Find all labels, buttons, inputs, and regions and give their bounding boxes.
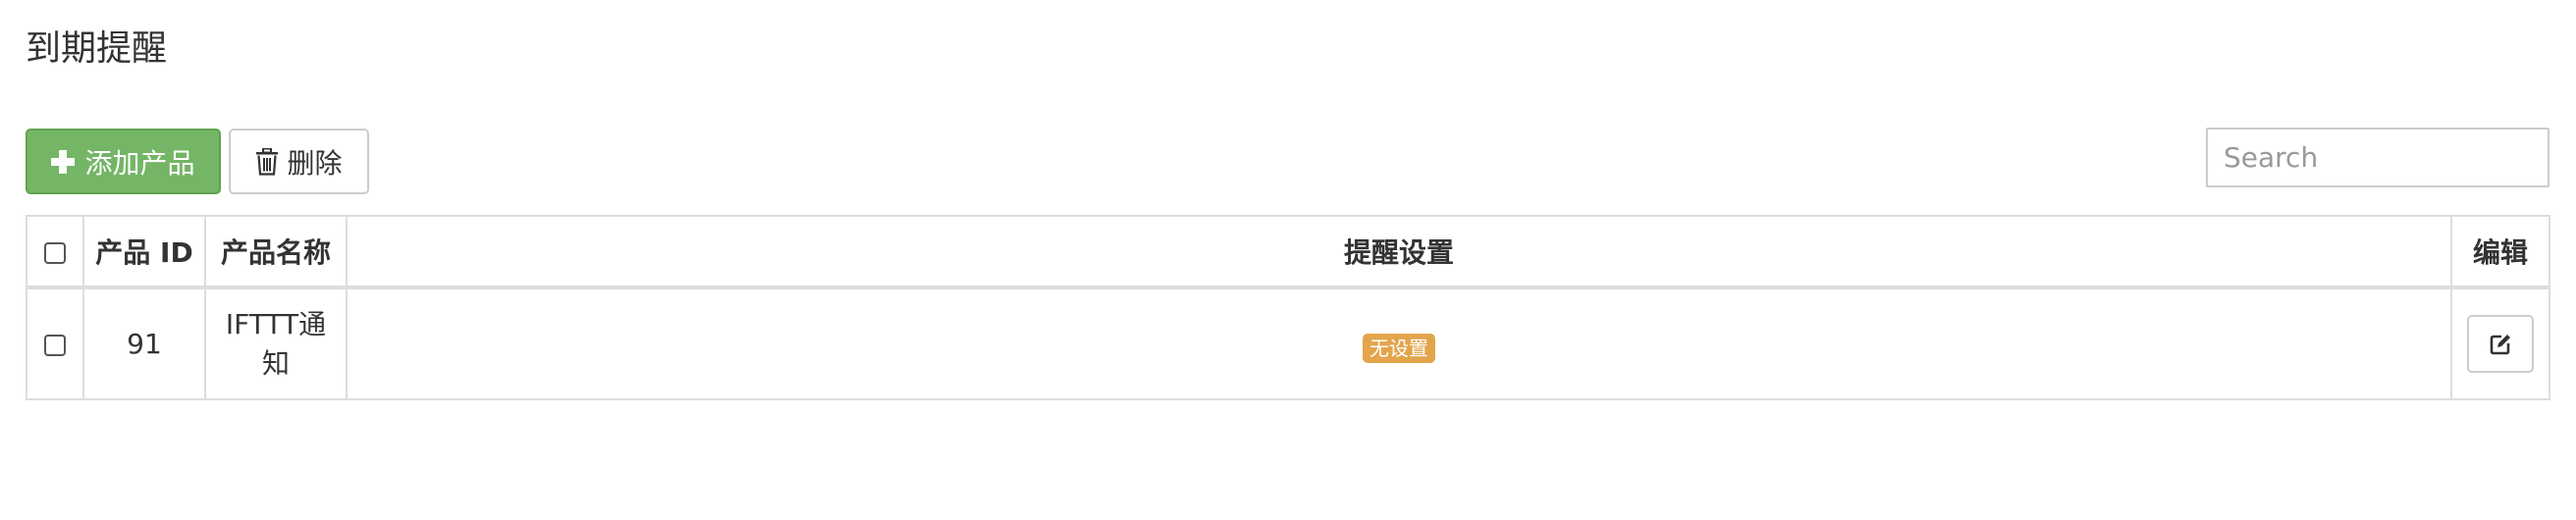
table-header-row: 产品 ID 产品名称 提醒设置 编辑 [26, 215, 2550, 289]
table-row: 91 IFTTT通知 无设置 [26, 286, 2550, 400]
edit-cell [2450, 286, 2550, 400]
select-all-checkbox[interactable] [44, 241, 66, 264]
products-table: 产品 ID 产品名称 提醒设置 编辑 91 IFTTT通知 无设置 [26, 215, 2550, 400]
search-input[interactable] [2206, 128, 2549, 187]
product-name-header[interactable]: 产品名称 [204, 215, 348, 289]
add-product-label: 添加产品 [84, 146, 195, 180]
product-id-cell: 91 [82, 286, 206, 400]
select-all-header [26, 215, 84, 289]
product-name: IFTTT通知 [225, 307, 327, 380]
edit-header: 编辑 [2450, 215, 2550, 289]
status-badge: 无设置 [1363, 334, 1435, 363]
delete-label: 删除 [287, 146, 343, 180]
reminder-settings-header[interactable]: 提醒设置 [346, 215, 2452, 289]
plus-icon [51, 149, 76, 174]
product-id-header[interactable]: 产品 ID [82, 215, 206, 289]
trash-icon [256, 147, 279, 176]
page-title: 到期提醒 [26, 28, 168, 69]
row-checkbox[interactable] [44, 334, 66, 356]
delete-button[interactable]: 删除 [229, 129, 369, 194]
add-product-button[interactable]: 添加产品 [26, 129, 221, 194]
reminder-settings-cell: 无设置 [346, 286, 2452, 400]
page: 到期提醒 添加产品 删除 产品 ID [0, 0, 2576, 520]
edit-icon [2490, 334, 2510, 354]
row-select-cell [26, 286, 84, 400]
edit-button[interactable] [2467, 315, 2534, 373]
product-name-cell: IFTTT通知 [204, 286, 348, 400]
